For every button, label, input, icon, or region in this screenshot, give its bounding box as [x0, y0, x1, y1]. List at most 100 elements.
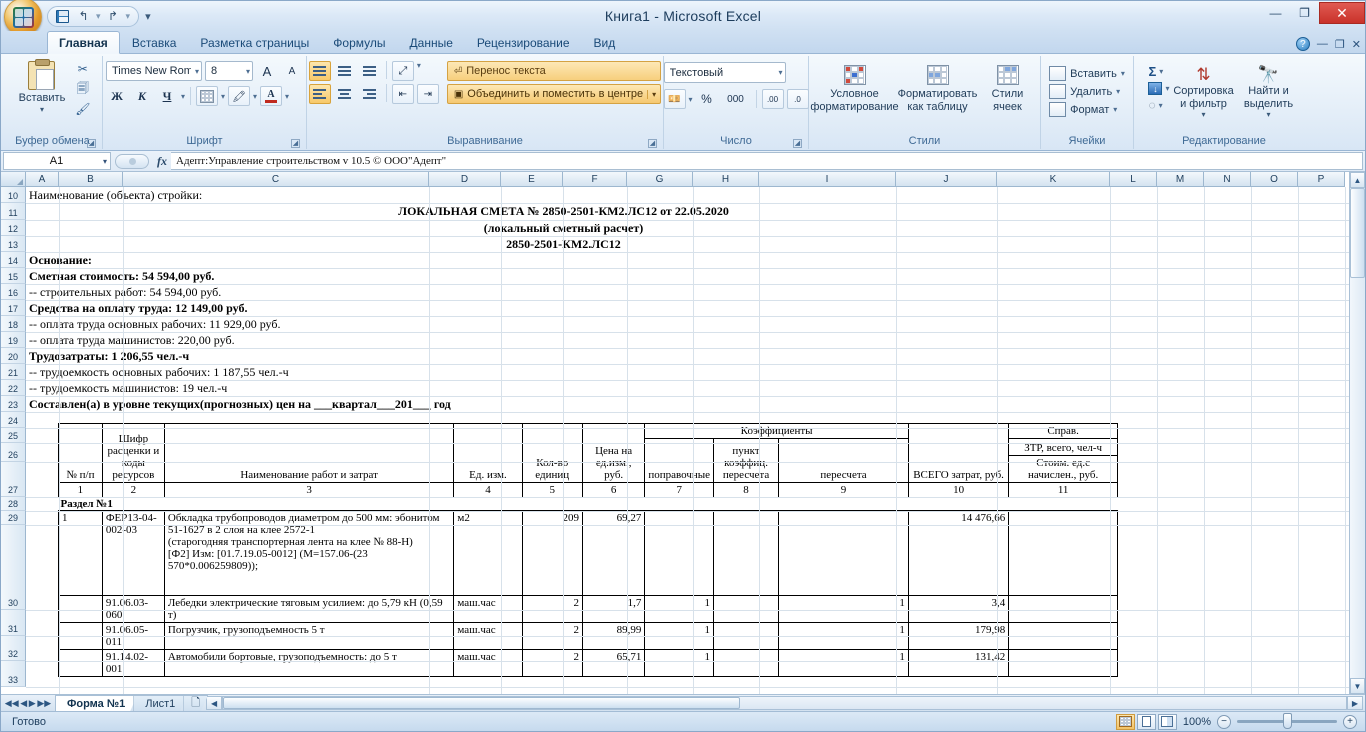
undo-dropdown-arrow-icon[interactable]: ▾: [95, 11, 102, 22]
sort-filter-button[interactable]: ⇅ Сортировка и фильтр ▾: [1173, 62, 1235, 122]
row-header-17[interactable]: 17: [1, 300, 26, 316]
find-select-button[interactable]: 🔭 Найти и выделить ▾: [1238, 62, 1300, 122]
select-all-button[interactable]: [1, 172, 26, 187]
column-header-l[interactable]: L: [1110, 172, 1157, 187]
italic-button[interactable]: К: [131, 86, 153, 106]
row-header-33[interactable]: 33: [1, 661, 26, 687]
column-header-j[interactable]: J: [896, 172, 997, 187]
tab-formulas[interactable]: Формулы: [321, 31, 397, 53]
cell-unit[interactable]: м2: [453, 510, 523, 596]
column-header-d[interactable]: D: [429, 172, 501, 187]
last-sheet-button[interactable]: ▶▶: [37, 698, 51, 709]
prev-sheet-button[interactable]: ◀: [20, 698, 27, 709]
copy-button[interactable]: 🗐: [73, 80, 92, 98]
redo-dropdown-arrow-icon[interactable]: ▾: [125, 11, 132, 22]
paste-button[interactable]: Вставить ▾: [13, 58, 72, 117]
currency-dropdown-arrow-icon[interactable]: ▾: [689, 95, 693, 104]
cell-total[interactable]: 3,4: [907, 595, 1010, 623]
tab-view[interactable]: Вид: [582, 31, 628, 53]
cell-code[interactable]: ФЕР13-04-002-03: [101, 510, 165, 596]
row-header-20[interactable]: 20: [1, 348, 26, 364]
format-as-table-button[interactable]: Форматировать как таблицу: [898, 62, 978, 116]
zoom-slider-handle[interactable]: [1283, 713, 1292, 729]
restore-button[interactable]: ❐: [1290, 2, 1319, 24]
font-name-combo[interactable]: Times New Rom ▾: [106, 61, 202, 81]
align-top-button[interactable]: [308, 61, 331, 81]
row-header-16[interactable]: 16: [1, 284, 26, 300]
align-middle-button[interactable]: [334, 61, 356, 81]
font-color-dropdown-arrow-icon[interactable]: ▾: [285, 92, 289, 101]
row-header-28[interactable]: 28: [1, 497, 26, 511]
first-sheet-button[interactable]: ◀◀: [5, 698, 19, 709]
cell-k9[interactable]: [778, 510, 909, 596]
column-header-p[interactable]: P: [1298, 172, 1345, 187]
autosum-button[interactable]: Σ ▾: [1148, 64, 1169, 79]
row-header-26[interactable]: 26: [1, 443, 26, 462]
minimize-button[interactable]: —: [1261, 2, 1290, 24]
wrap-text-button[interactable]: ⏎ Перенос текста: [446, 61, 662, 81]
paste-dropdown-arrow-icon[interactable]: ▾: [40, 105, 44, 114]
align-right-button[interactable]: [359, 84, 381, 104]
increase-decimal-button[interactable]: .00: [761, 89, 784, 109]
cell-reference[interactable]: [1008, 510, 1118, 596]
row-header-21[interactable]: 21: [1, 364, 26, 380]
zoom-slider[interactable]: [1237, 713, 1337, 729]
column-header-e[interactable]: E: [501, 172, 563, 187]
zoom-out-button[interactable]: −: [1217, 714, 1231, 729]
cell-reference[interactable]: [1008, 595, 1118, 623]
cell-reference[interactable]: [1008, 649, 1118, 677]
cell-name[interactable]: Обкладка трубопроводов диаметром до 500 …: [163, 510, 455, 596]
column-header-c[interactable]: C: [123, 172, 429, 187]
row-header-10[interactable]: 10: [1, 187, 26, 203]
cell-k7[interactable]: 1: [644, 595, 715, 623]
number-dialog-launcher[interactable]: ◢: [793, 139, 802, 148]
decrease-indent-button[interactable]: ⇤: [391, 84, 414, 104]
cell-name[interactable]: Лебедки электрические тяговым усилием: д…: [163, 595, 455, 623]
bold-button[interactable]: Ж: [106, 86, 128, 106]
redo-button[interactable]: ↱: [104, 8, 123, 25]
font-dialog-launcher[interactable]: ◢: [291, 139, 300, 148]
table-row[interactable]: 1 ФЕР13-04-002-03 Обкладка трубопроводов д…: [58, 510, 1118, 596]
align-left-button[interactable]: [308, 84, 331, 104]
cell-total[interactable]: 14 476,66: [907, 510, 1010, 596]
row-header-13[interactable]: 13: [1, 236, 26, 252]
save-button[interactable]: [53, 8, 72, 25]
column-header-m[interactable]: M: [1157, 172, 1204, 187]
sheet-tab-list1[interactable]: Лист1: [133, 695, 187, 711]
formula-input[interactable]: Адепт:Управление строительством v 10.5 ©…: [171, 152, 1363, 170]
row-header-24[interactable]: 24: [1, 412, 26, 428]
tab-insert[interactable]: Вставка: [120, 31, 189, 53]
scroll-up-button[interactable]: ▲: [1350, 172, 1365, 188]
sheet-tab-forma-1[interactable]: Форма №1: [55, 695, 137, 711]
column-header-i[interactable]: I: [759, 172, 896, 187]
row-header-31[interactable]: 31: [1, 610, 26, 636]
row-header-14[interactable]: 14: [1, 252, 26, 268]
align-bottom-button[interactable]: [359, 61, 381, 81]
column-header-b[interactable]: B: [59, 172, 123, 187]
close-button[interactable]: ✕: [1319, 2, 1365, 24]
zoom-in-button[interactable]: +: [1343, 714, 1357, 729]
cell-k8[interactable]: [713, 649, 780, 677]
column-header-g[interactable]: G: [627, 172, 693, 187]
underline-button[interactable]: Ч: [156, 86, 178, 106]
cell-styles-button[interactable]: Стили ячеек: [982, 62, 1034, 116]
align-center-button[interactable]: [334, 84, 356, 104]
cell-k8[interactable]: [713, 510, 780, 596]
row-header-32[interactable]: 32: [1, 636, 26, 661]
cut-button[interactable]: ✂: [73, 60, 92, 78]
vertical-scrollbar[interactable]: ▲ ▼: [1349, 172, 1365, 694]
help-icon[interactable]: ?: [1295, 37, 1310, 51]
row-header-23[interactable]: 23: [1, 396, 26, 412]
scroll-down-button[interactable]: ▼: [1350, 678, 1365, 694]
ribbon-close-button[interactable]: ✕: [1352, 38, 1361, 51]
cell-no[interactable]: [58, 595, 103, 623]
cell-price[interactable]: 69,27: [581, 510, 646, 596]
borders-button[interactable]: [196, 86, 219, 106]
column-header-n[interactable]: N: [1204, 172, 1251, 187]
vertical-scroll-thumb[interactable]: [1350, 188, 1365, 278]
grid-area[interactable]: Наименование (объекта) стройки: ЛОКАЛЬНАЯ…: [26, 187, 1365, 694]
scroll-left-button[interactable]: ◀: [206, 696, 223, 710]
fill-color-button[interactable]: 🖍: [228, 86, 251, 106]
scroll-right-button[interactable]: ▶: [1347, 696, 1363, 710]
cell-k8[interactable]: [713, 595, 780, 623]
